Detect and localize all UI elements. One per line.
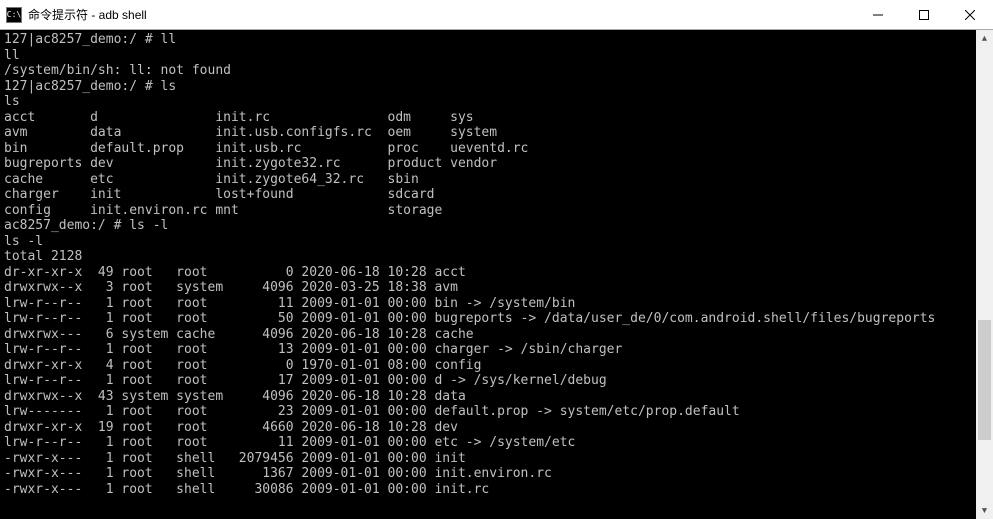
minimize-button[interactable] xyxy=(855,0,901,29)
terminal-area: 127|ac8257_demo:/ # ll ll /system/bin/sh… xyxy=(0,30,993,519)
scroll-thumb[interactable] xyxy=(978,320,991,440)
close-button[interactable] xyxy=(947,0,993,29)
vertical-scrollbar[interactable]: ▲ ▼ xyxy=(976,30,993,519)
scroll-up-button[interactable]: ▲ xyxy=(976,30,993,47)
scroll-track[interactable] xyxy=(976,47,993,502)
window-titlebar: C:\ 命令提示符 - adb shell xyxy=(0,0,993,30)
window-title: 命令提示符 - adb shell xyxy=(28,6,855,23)
window-controls xyxy=(855,0,993,29)
maximize-button[interactable] xyxy=(901,0,947,29)
scroll-down-button[interactable]: ▼ xyxy=(976,502,993,519)
cmd-icon: C:\ xyxy=(6,7,22,23)
terminal-output[interactable]: 127|ac8257_demo:/ # ll ll /system/bin/sh… xyxy=(0,30,976,519)
